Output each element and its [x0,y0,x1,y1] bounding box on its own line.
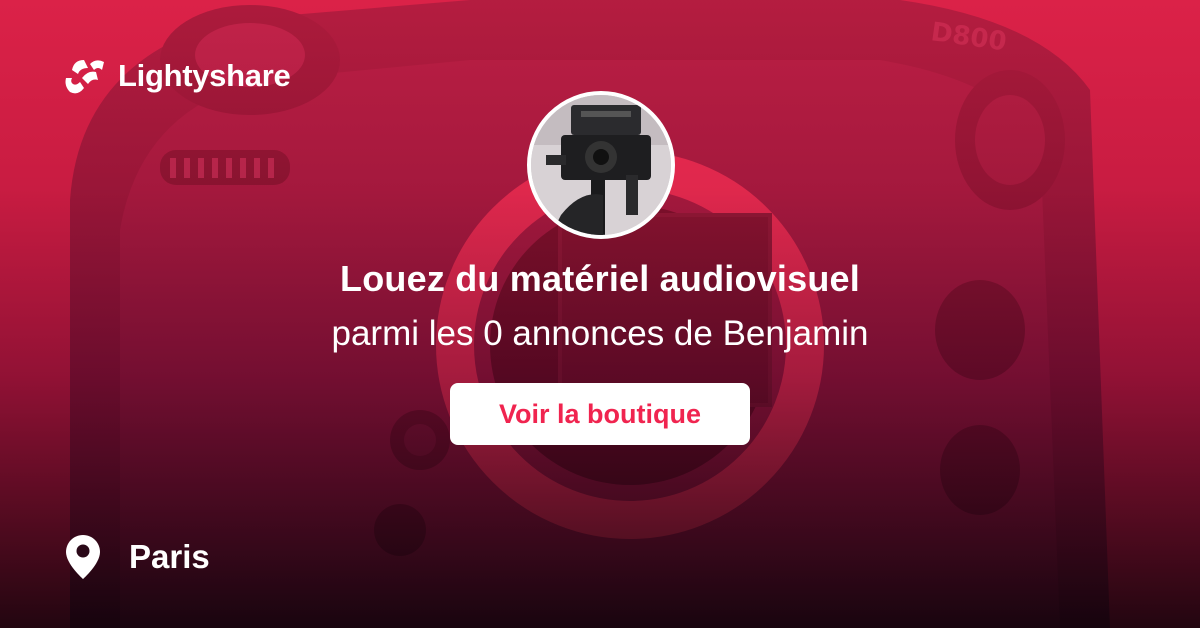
subline: parmi les 0 annonces de Benjamin [331,314,869,353]
location: Paris [65,534,210,580]
lightyshare-logo-icon [65,60,104,94]
brand-logo[interactable]: Lightyshare [62,56,291,96]
avatar[interactable] [527,91,675,239]
headline: Louez du matériel audiovisuel [340,258,860,299]
view-shop-button[interactable]: Voir la boutique [450,383,750,445]
map-pin-icon [66,535,100,579]
camera-rig-avatar [531,95,671,235]
location-city: Paris [129,538,210,575]
brand-name: Lightyshare [118,58,291,93]
